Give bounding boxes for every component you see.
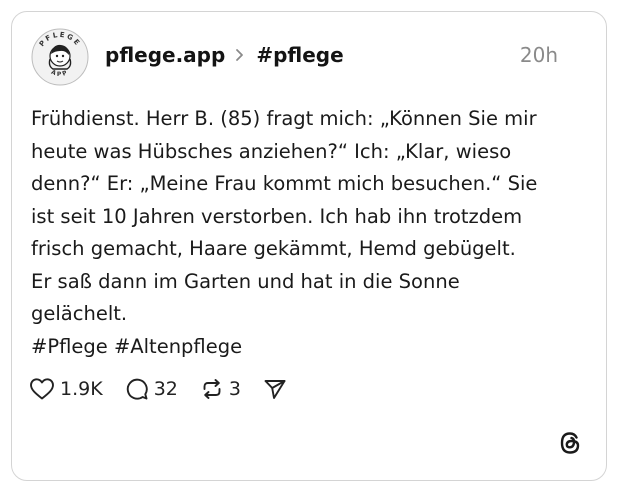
post-text-line: gelächelt. xyxy=(31,302,128,325)
comment-icon xyxy=(126,378,148,400)
hashtags[interactable]: #Pflege #Altenpflege xyxy=(31,331,571,364)
reply-button[interactable]: 32 xyxy=(125,377,178,401)
repost-icon xyxy=(203,379,221,399)
avatar[interactable]: PFLEGE APP xyxy=(31,28,89,86)
send-icon xyxy=(264,380,286,399)
threads-logo-icon xyxy=(560,432,580,454)
reply-count: 32 xyxy=(153,378,178,400)
post-text: Frühdienst. Herr B. (85) fragt mich: „Kö… xyxy=(31,103,571,363)
topic-tag[interactable]: #pflege xyxy=(256,43,343,67)
post-text-line: denn?“ Er: „Meine Frau kommt mich besuch… xyxy=(31,172,538,195)
author-name[interactable]: pflege.app xyxy=(105,43,225,67)
like-button[interactable]: 1.9K xyxy=(29,377,103,401)
post-text-line: heute was Hübsches anziehen?“ Ich: „Klar… xyxy=(31,139,512,163)
post-text-line: ist seit 10 Jahren verstorben. Ich hab i… xyxy=(31,204,523,228)
threads-logo-icon[interactable] xyxy=(555,428,585,458)
post-text-line: Frühdienst. Herr B. (85) fragt mich: „Kö… xyxy=(31,107,537,130)
post-timestamp: 20h xyxy=(519,43,558,67)
repost-button[interactable]: 3 xyxy=(200,377,241,401)
action-bar: 1.9K 32 3 xyxy=(29,373,309,405)
like-count: 1.9K xyxy=(60,378,103,400)
share-button[interactable] xyxy=(263,377,287,401)
repost-count: 3 xyxy=(228,378,241,400)
post-header: pflege.app #pflege xyxy=(105,38,344,72)
post-text-line: frisch gemacht, Haare gekämmt, Hemd gebü… xyxy=(31,237,516,260)
heart-icon xyxy=(30,378,54,400)
avatar-logo-icon: PFLEGE APP xyxy=(31,28,89,86)
chevron-right-icon xyxy=(236,49,244,61)
post-text-line: Er saß dann im Garten und hat in die Son… xyxy=(31,269,460,293)
